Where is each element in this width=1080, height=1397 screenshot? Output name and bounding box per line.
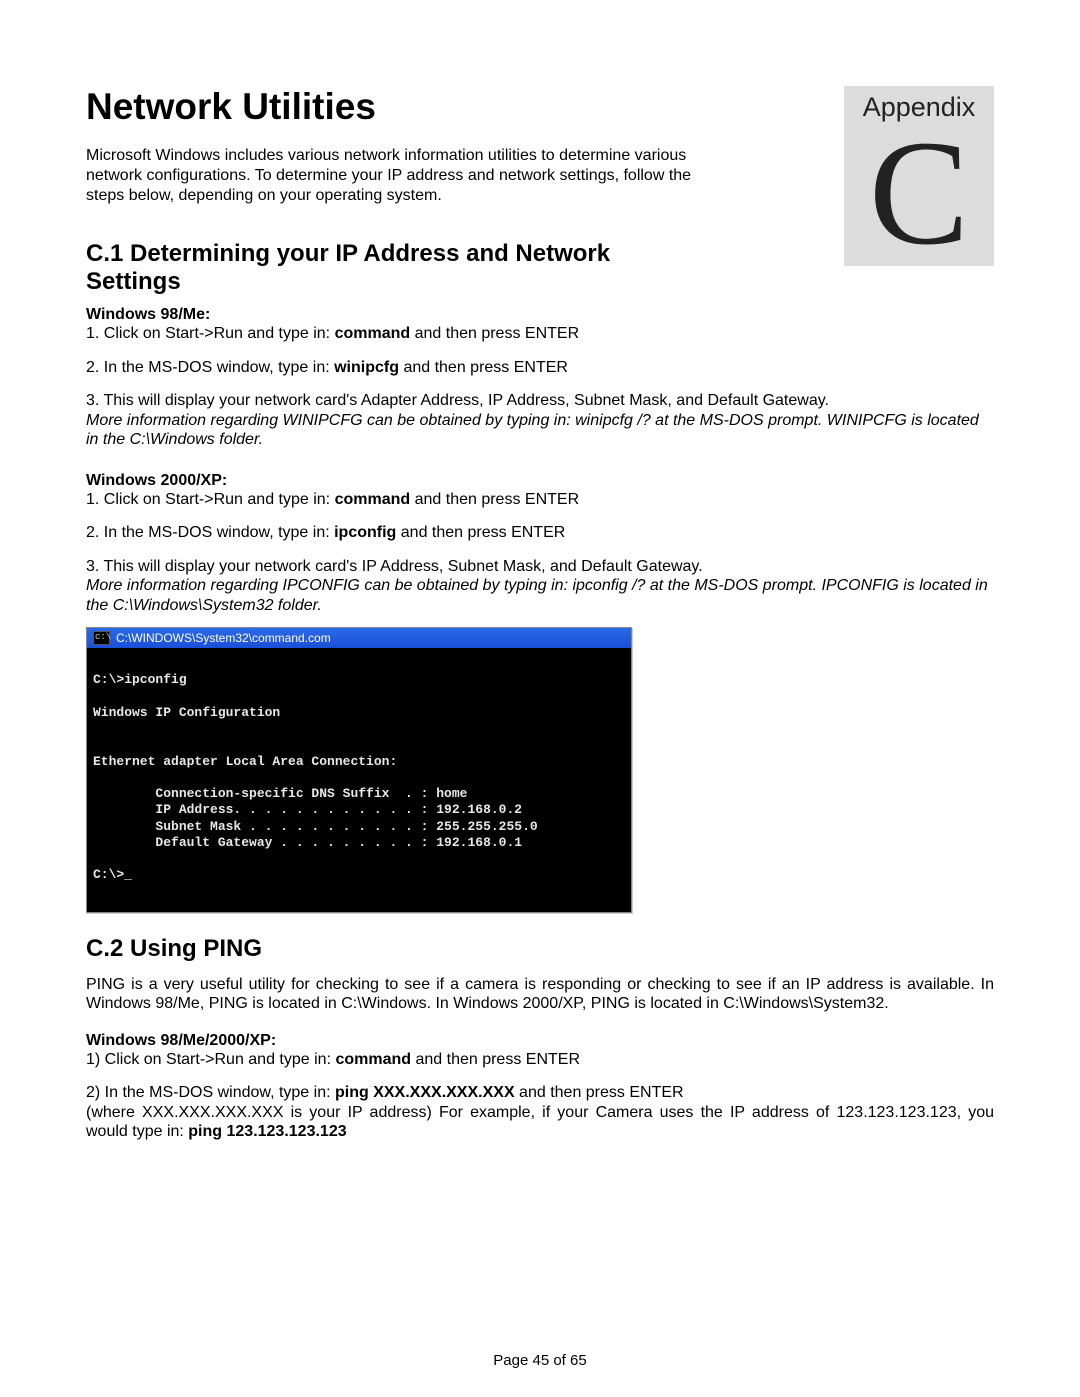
bold-ping-example: ping 123.123.123.123 (188, 1123, 346, 1140)
text: and then press ENTER (410, 325, 579, 342)
text: and then press ENTER (399, 359, 568, 376)
text: 2. In the MS-DOS window, type in: (86, 524, 334, 541)
appendix-letter: C (844, 118, 994, 268)
text: 3. This will display your network card's… (86, 558, 703, 575)
bold-ipconfig: ipconfig (334, 524, 396, 541)
c2-step3: (where XXX.XXX.XXX.XXX is your IP addres… (86, 1103, 994, 1142)
winxp-step2: 2. In the MS-DOS window, type in: ipconf… (86, 523, 994, 543)
c2-step1: 1) Click on Start->Run and type in: comm… (86, 1050, 994, 1070)
c2-intro: PING is a very useful utility for checki… (86, 975, 994, 1014)
terminal-window: c:\ C:\WINDOWS\System32\command.com C:\>… (86, 627, 632, 913)
text: 1. Click on Start->Run and type in: (86, 325, 335, 342)
bold-ping-template: ping XXX.XXX.XXX.XXX (335, 1084, 515, 1101)
win98-step1: 1. Click on Start->Run and type in: comm… (86, 324, 994, 344)
win98-label: Windows 98/Me: (86, 306, 994, 324)
text: and then press ENTER (396, 524, 565, 541)
bold-winipcfg: winipcfg (334, 359, 399, 376)
section-c1-heading: C.1 Determining your IP Address and Netw… (86, 240, 646, 296)
win98-step2: 2. In the MS-DOS window, type in: winipc… (86, 358, 994, 378)
terminal-body: C:\>ipconfig Windows IP Configuration Et… (87, 648, 631, 912)
text: and then press ENTER (515, 1084, 684, 1101)
terminal-icon: c:\ (93, 631, 110, 645)
c2-label: Windows 98/Me/2000/XP: (86, 1032, 994, 1050)
terminal-titlebar: c:\ C:\WINDOWS\System32\command.com (87, 628, 631, 648)
document-page: Appendix C Network Utilities Microsoft W… (0, 0, 1080, 1397)
winxp-more-info: More information regarding IPCONFIG can … (86, 577, 988, 614)
text: and then press ENTER (410, 491, 579, 508)
text: 2. In the MS-DOS window, type in: (86, 359, 334, 376)
bold-command: command (335, 491, 411, 508)
c2-step2: 2) In the MS-DOS window, type in: ping X… (86, 1083, 994, 1103)
header-row: Appendix C Network Utilities Microsoft W… (86, 86, 994, 206)
winxp-step3: 3. This will display your network card's… (86, 557, 994, 616)
bold-command: command (335, 325, 411, 342)
terminal-title-text: C:\WINDOWS\System32\command.com (116, 631, 331, 645)
bold-command: command (335, 1051, 411, 1068)
text: 1. Click on Start->Run and type in: (86, 491, 335, 508)
text: and then press ENTER (411, 1051, 580, 1068)
winxp-step1: 1. Click on Start->Run and type in: comm… (86, 490, 994, 510)
text: 3. This will display your network card's… (86, 392, 829, 409)
section-c2-heading: C.2 Using PING (86, 935, 646, 963)
winxp-label: Windows 2000/XP: (86, 472, 994, 490)
text: 1) Click on Start->Run and type in: (86, 1051, 335, 1068)
text: 2) In the MS-DOS window, type in: (86, 1084, 335, 1101)
win98-step3: 3. This will display your network card's… (86, 391, 994, 450)
intro-paragraph: Microsoft Windows includes various netwo… (86, 146, 696, 206)
win98-more-info: More information regarding WINIPCFG can … (86, 412, 979, 449)
page-footer: Page 45 of 65 (0, 1352, 1080, 1369)
appendix-badge: Appendix C (844, 86, 994, 266)
